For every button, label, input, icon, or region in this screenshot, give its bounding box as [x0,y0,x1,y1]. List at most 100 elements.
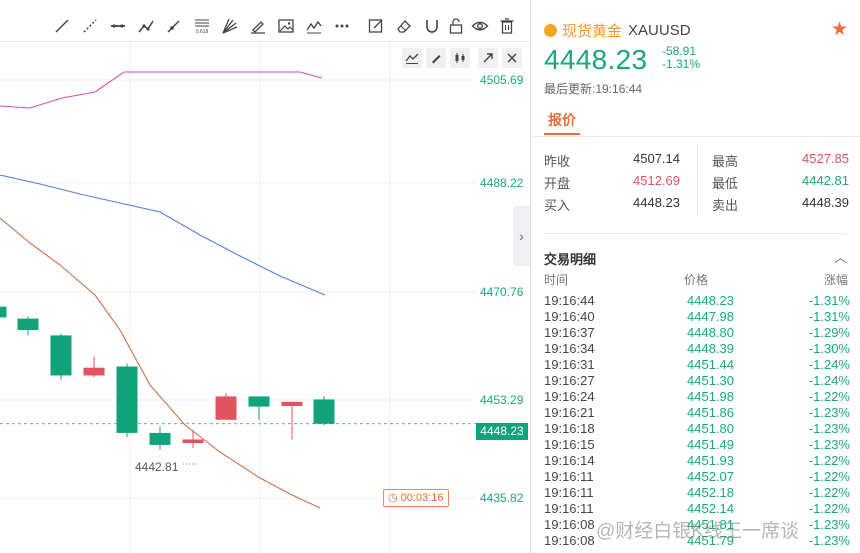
candle-body [17,318,39,331]
candle-body [248,396,270,407]
trade-price: 4451.93 [687,453,734,468]
trade-time: 19:16:37 [544,325,595,340]
current-price-tag: 4448.23 [476,423,528,440]
col-header-change: 涨幅 [824,273,849,287]
trade-price: 4451.44 [687,357,734,372]
trade-row: 19:16:40 4447.98 -1.31% [544,309,850,325]
quote-value: 4512.69 [633,173,680,188]
trade-row: 19:16:14 4451.93 -1.22% [544,453,850,469]
trade-price: 4451.86 [687,405,734,420]
trade-change: -1.24% [808,357,850,372]
price-axis-label: 4505.69 [480,73,524,87]
tab-quote[interactable]: 报价 [548,110,576,130]
trade-change: -1.31% [808,293,850,308]
trade-row: 19:16:31 4451.44 -1.24% [544,357,850,373]
price-axis-label: 4488.22 [480,176,524,190]
trade-price: 4452.14 [687,501,734,516]
candle-body [215,396,237,420]
trade-time: 19:16:44 [544,293,595,308]
trade-change: -1.22% [808,453,850,468]
col-header-time: 时间 [544,273,569,287]
quote-value: 4527.85 [802,151,849,166]
trade-change: -1.22% [808,389,850,404]
trade-time: 19:16:11 [544,485,594,500]
trade-time: 19:16:24 [544,389,595,404]
quote-value: 4442.81 [802,173,849,188]
candle-body [83,367,105,376]
trade-time: 19:16:34 [544,341,595,356]
symbol-code: XAUUSD [628,22,691,39]
countdown-text: 00:03:16 [400,492,444,504]
trade-price: 4451.30 [687,373,734,388]
symbol-header: 现货黄金 XAUUSD [544,20,691,41]
trade-time: 19:16:08 [544,517,595,532]
candle-body [149,432,171,445]
trade-details-title: 交易明细 [544,252,597,267]
trade-price: 4452.07 [687,469,734,484]
quote-label: 最低 [712,176,739,191]
col-header-price: 价格 [684,273,709,287]
trade-row: 19:16:44 4448.23 -1.31% [544,293,850,309]
quote-label: 卖出 [712,198,739,213]
trade-price: 4452.18 [687,485,734,500]
trade-row: 19:16:24 4451.98 -1.22% [544,389,850,405]
trade-price: 4448.39 [687,341,734,356]
trade-time: 19:16:18 [544,421,595,436]
candle-body [182,439,204,444]
candle-body [313,399,335,424]
change-percent: -1.31% [662,57,701,71]
candle-body [281,401,303,406]
trade-time: 19:16:40 [544,309,595,324]
trade-time: 19:16:11 [544,469,594,484]
trade-row: 19:16:11 4452.14 -1.22% [544,501,850,517]
trade-price: 4451.49 [687,437,734,452]
candle-body [50,335,72,376]
trade-time: 19:16:14 [544,453,595,468]
quote-panel: 现货黄金 XAUUSD ★ 4448.23 -58.91 -1.31% 最后更新… [531,0,860,553]
price-axis-label: 4435.82 [480,491,524,505]
trade-time: 19:16:15 [544,437,595,452]
trade-row: 19:16:37 4448.80 -1.29% [544,325,850,341]
active-tab-indicator [544,133,580,135]
trade-price: 4451.80 [687,421,734,436]
price-axis-label: 4470.76 [480,285,524,299]
trade-change: -1.31% [808,309,850,324]
chevron-right-icon: › [519,228,524,244]
candle-body [116,366,138,433]
last-price: 4448.23 [544,44,648,75]
trade-time: 19:16:21 [544,405,595,420]
chart-pane[interactable]: 0.618 4505.69 4488.22 4470.76 4453.29 44… [0,0,530,553]
trade-change: -1.22% [808,469,850,484]
quote-value: 4448.23 [633,195,680,210]
trade-change: -1.23% [808,437,850,452]
trade-row: 19:16:11 4452.18 -1.22% [544,485,850,501]
quote-label: 买入 [544,198,571,213]
trade-time: 19:16:27 [544,373,595,388]
candle-countdown: ◷ 00:03:16 [383,489,449,507]
collapse-panel-tab[interactable]: › [513,206,530,266]
candlestick-plot[interactable] [0,0,530,553]
trade-change: -1.24% [808,373,850,388]
trade-price: 4448.80 [687,325,734,340]
trade-row: 19:16:27 4451.30 -1.24% [544,373,850,389]
trade-time: 19:16:11 [544,501,594,516]
trade-change: -1.23% [808,421,850,436]
quote-value: 4448.39 [802,195,849,210]
quote-column-separator [697,144,698,216]
quote-label: 开盘 [544,176,571,191]
quote-label: 昨收 [544,154,571,169]
trade-row: 19:16:21 4451.86 -1.23% [544,405,850,421]
ma-line-blue [0,174,326,296]
trade-change: -1.30% [808,341,850,356]
quote-value: 4507.14 [633,151,680,166]
quote-label: 最高 [712,154,739,169]
price-axis-label: 4453.29 [480,393,524,407]
ma-line-purple [0,71,323,109]
trade-time: 19:16:31 [544,357,595,372]
trade-price: 4451.98 [687,389,734,404]
trade-change: -1.22% [808,501,850,516]
favorite-star-icon[interactable]: ★ [831,18,848,41]
chevron-up-icon[interactable]: ︿ [834,247,847,266]
trade-row: 19:16:15 4451.49 -1.23% [544,437,850,453]
trade-time: 19:16:08 [544,533,595,548]
